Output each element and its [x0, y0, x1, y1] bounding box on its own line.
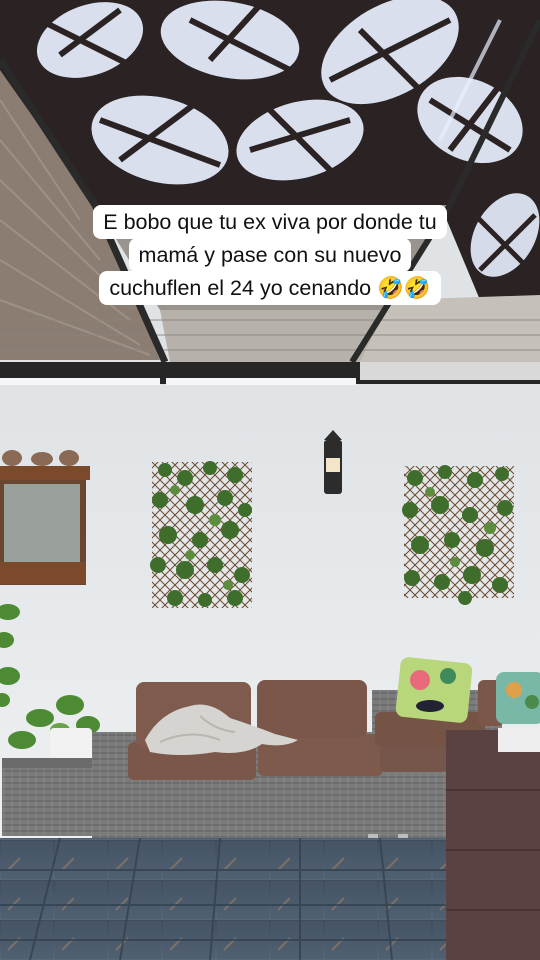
caption-line: cuchuflen el 24 yo cenando 🤣🤣 [99, 271, 441, 305]
back-cushion [257, 680, 367, 738]
light-strip [0, 378, 160, 385]
side-table [2, 758, 94, 836]
planter [50, 728, 92, 760]
ivy-panel-right [402, 465, 514, 605]
caption-line: mamá y pase con su nuevo [128, 238, 412, 272]
floor [0, 838, 446, 960]
caption: E bobo que tu ex viva por donde tu mamá … [0, 205, 540, 305]
cabinet [446, 730, 540, 960]
caption-line: E bobo que tu ex viva por donde tu [93, 205, 447, 239]
wall-lamp [324, 430, 342, 494]
patio-photo [0, 0, 540, 960]
wall-shelf [0, 450, 90, 585]
tropical-pillow [496, 672, 540, 724]
tropical-pillow [395, 657, 473, 723]
ivy-panel-left [150, 461, 252, 608]
